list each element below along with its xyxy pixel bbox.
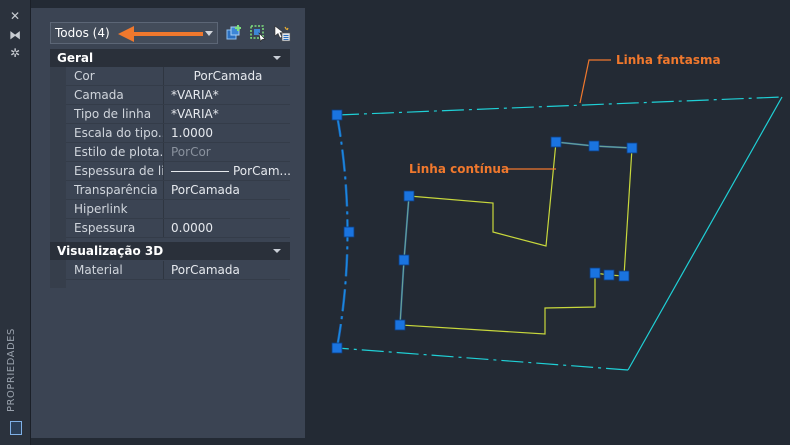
- grip: [331, 109, 343, 121]
- annotation-arrow: [118, 26, 203, 42]
- grip: [403, 190, 415, 202]
- callout-leader-phantom: [579, 59, 611, 104]
- grip: [618, 270, 630, 282]
- callout-phantom-line: Linha fantasma: [616, 53, 721, 67]
- grip: [550, 136, 562, 148]
- grip: [603, 269, 615, 281]
- grip: [589, 267, 601, 279]
- grips[interactable]: [331, 109, 638, 354]
- callout-continuous-line: Linha contínua: [409, 162, 510, 176]
- grip: [394, 319, 406, 331]
- grip: [343, 226, 355, 238]
- grip: [398, 254, 410, 266]
- grip: [588, 140, 600, 152]
- grip: [331, 342, 343, 354]
- grip: [626, 142, 638, 154]
